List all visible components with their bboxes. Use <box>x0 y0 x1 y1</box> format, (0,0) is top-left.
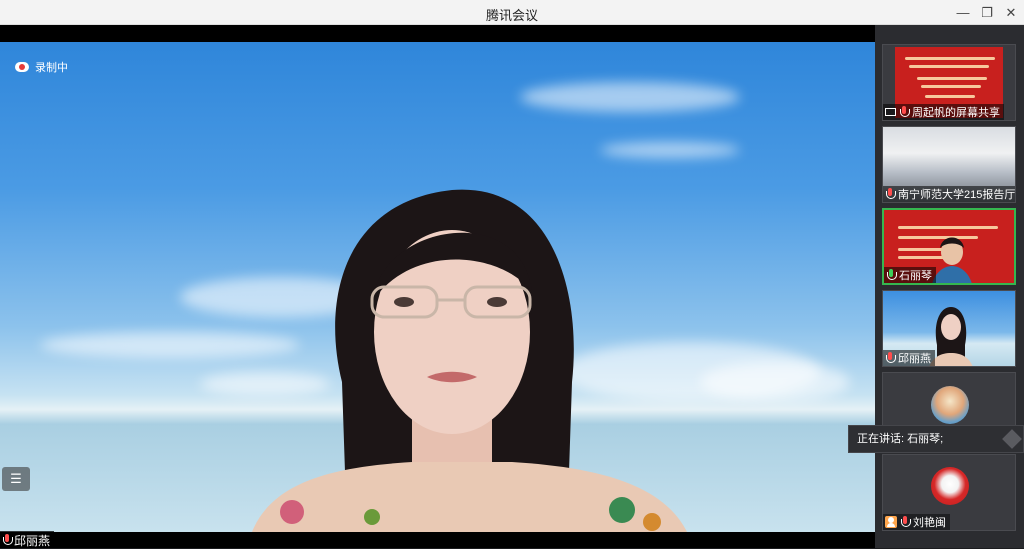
participant-tile-active-speaker[interactable]: 石丽琴 <box>882 208 1016 285</box>
recording-icon <box>15 62 29 72</box>
window-title: 腾讯会议 <box>485 8 538 23</box>
mic-muted-icon <box>885 188 896 200</box>
person-icon <box>885 516 897 528</box>
participant-tile-hall[interactable]: 南宁师范大学215报告厅 <box>882 126 1016 203</box>
participant-video <box>252 189 687 532</box>
list-icon[interactable]: ☰ <box>2 467 30 491</box>
main-video[interactable]: ☰ <box>0 42 875 532</box>
mic-active-icon <box>886 269 897 281</box>
minimize-icon[interactable]: — <box>951 3 975 23</box>
tile-label: 南宁师范大学215报告厅 <box>883 186 1015 202</box>
tile-label: 邱丽燕 <box>883 350 935 366</box>
participant-tile-self[interactable]: 邱丽燕 <box>882 290 1016 367</box>
speaker-name-tag: 邱丽燕 <box>0 531 55 548</box>
close-icon[interactable]: ✕ <box>999 3 1023 23</box>
mic-muted-icon <box>899 106 910 118</box>
speaker-name: 邱丽燕 <box>14 533 51 548</box>
tile-label: 刘艳闽 <box>883 514 950 530</box>
avatar <box>931 467 969 505</box>
collapse-icon[interactable] <box>1002 429 1022 449</box>
main-stage: ☰ 录制中 <box>0 25 875 548</box>
screen-share-icon <box>885 108 896 116</box>
speaking-indicator: 正在讲话: 石丽琴; <box>848 425 1024 453</box>
recording-label: 录制中 <box>35 62 68 74</box>
mic-muted-icon <box>900 516 911 528</box>
avatar <box>931 386 969 424</box>
participant-tile-liuyanmin[interactable]: 刘艳闽 <box>882 454 1016 531</box>
recording-indicator: 录制中 <box>15 59 68 75</box>
title-bar: 腾讯会议 — ❐ ✕ <box>0 0 1024 25</box>
speaking-text: 正在讲话: 石丽琴; <box>857 433 944 445</box>
mic-muted-icon <box>2 534 13 546</box>
tile-label: 周起帆的屏幕共享 <box>883 104 1004 120</box>
participant-sidebar: 周起帆的屏幕共享 南宁师范大学215报告厅 石丽琴 邱丽燕 刘艳闽 <box>875 25 1024 548</box>
participant-tile-screen-share[interactable]: 周起帆的屏幕共享 <box>882 44 1016 121</box>
tile-label: 石丽琴 <box>884 267 936 283</box>
participant-video <box>929 307 973 366</box>
participant-video <box>932 237 972 283</box>
mic-muted-icon <box>885 352 896 364</box>
restore-icon[interactable]: ❐ <box>975 3 999 23</box>
